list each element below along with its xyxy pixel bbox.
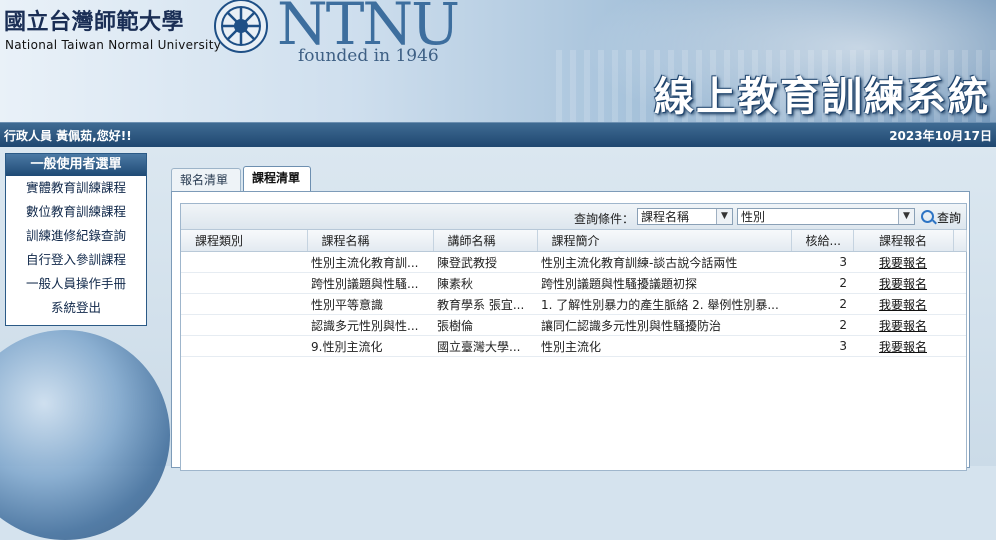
column-header-register[interactable]: 課程報名	[853, 230, 954, 252]
cell-register: 我要報名	[853, 335, 953, 357]
cell-register: 我要報名	[853, 272, 953, 294]
cell-hours: 2	[791, 272, 853, 294]
search-toolbar: 查詢條件： 課程名稱 ▼ 性別 ▼ 查詢	[181, 204, 966, 230]
cell-hours: 3	[791, 335, 853, 357]
cell-lecturer: 張樹倫	[433, 314, 537, 336]
cell-intro: 性別主流化	[537, 335, 791, 357]
register-link[interactable]: 我要報名	[879, 277, 927, 291]
cell-lecturer: 教育學系 張宜...	[433, 293, 537, 315]
search-condition-label: 查詢條件：	[574, 212, 635, 226]
search-value-text: 性別	[741, 210, 766, 224]
main-panel: 查詢條件： 課程名稱 ▼ 性別 ▼ 查詢 課程類別 課程名稱 講師名稱 課程簡介…	[171, 191, 970, 471]
cell-course-name: 性別主流化教育訓...	[307, 251, 433, 273]
top-status-bar: 行政人員 黃佩茹,您好!! 2023年10月17日	[0, 122, 996, 147]
table-row[interactable]: 9.性別主流化 國立臺灣大學... 性別主流化 3 我要報名	[181, 335, 966, 357]
cell-hours: 3	[791, 251, 853, 273]
search-icon	[921, 210, 934, 223]
cell-spacer	[953, 251, 966, 273]
column-header-course-name[interactable]: 課程名稱	[307, 230, 434, 252]
chevron-down-icon: ▼	[898, 209, 914, 224]
chevron-down-icon: ▼	[716, 209, 732, 224]
system-title: 線上教育訓練系統	[654, 74, 990, 120]
cell-register: 我要報名	[853, 293, 953, 315]
column-header-spacer	[953, 230, 967, 252]
cell-lecturer: 國立臺灣大學...	[433, 335, 537, 357]
cell-intro: 讓同仁認識多元性別與性騷擾防治	[537, 314, 791, 336]
table-row[interactable]: 跨性別議題與性騷... 陳素秋 跨性別議題與性騷擾議題初探 2 我要報名	[181, 272, 966, 294]
table-row[interactable]: 性別平等意識 教育學系 張宜... 1. 了解性別暴力的產生脈絡 2. 舉例性別…	[181, 293, 966, 315]
column-header-intro[interactable]: 課程簡介	[537, 230, 792, 252]
cell-spacer	[953, 293, 966, 315]
column-header-lecturer[interactable]: 講師名稱	[433, 230, 538, 252]
cell-spacer	[953, 335, 966, 357]
founded-text: founded in 1946	[298, 46, 439, 66]
sidebar-item-logout[interactable]: 系統登出	[6, 296, 146, 320]
site-header: 國立台灣師範大學 National Taiwan Normal Universi…	[0, 0, 996, 122]
register-link[interactable]: 我要報名	[879, 319, 927, 333]
sidebar-menu: 一般使用者選單 實體教育訓練課程 數位教育訓練課程 訓練進修紀錄查詢 自行登入參…	[5, 153, 147, 326]
sidebar-item-physical-courses[interactable]: 實體教育訓練課程	[6, 176, 146, 200]
cell-hours: 2	[791, 293, 853, 315]
school-name-en: National Taiwan Normal University	[5, 38, 222, 52]
school-seal-icon	[214, 0, 268, 53]
cell-spacer	[953, 314, 966, 336]
cell-category	[181, 293, 307, 315]
column-header-category[interactable]: 課程類別	[181, 230, 308, 252]
cell-category	[181, 251, 307, 273]
cell-course-name: 性別平等意識	[307, 293, 433, 315]
cell-lecturer: 陳登武教授	[433, 251, 537, 273]
cell-spacer	[953, 272, 966, 294]
cell-register: 我要報名	[853, 314, 953, 336]
cell-course-name: 跨性別議題與性騷...	[307, 272, 433, 294]
tab-registration-list[interactable]: 報名清單	[171, 168, 241, 191]
table-row[interactable]: 認識多元性別與性... 張樹倫 讓同仁認識多元性別與性騷擾防治 2 我要報名	[181, 314, 966, 336]
column-header-hours[interactable]: 核給...	[791, 230, 854, 252]
cell-intro: 性別主流化教育訓練-談古說今話兩性	[537, 251, 791, 273]
cell-intro: 跨性別議題與性騷擾議題初探	[537, 272, 791, 294]
sidebar-title: 一般使用者選單	[6, 154, 146, 176]
search-field-value: 課程名稱	[641, 210, 690, 224]
table-row[interactable]: 性別主流化教育訓... 陳登武教授 性別主流化教育訓練-談古說今話兩性 3 我要…	[181, 251, 966, 273]
register-link[interactable]: 我要報名	[879, 256, 927, 270]
cell-register: 我要報名	[853, 251, 953, 273]
sidebar-item-digital-courses[interactable]: 數位教育訓練課程	[6, 200, 146, 224]
table-header-row: 課程類別 課程名稱 講師名稱 課程簡介 核給... 課程報名	[181, 230, 967, 252]
cell-category	[181, 335, 307, 357]
sidebar-item-self-login-courses[interactable]: 自行登入參訓課程	[6, 248, 146, 272]
cell-course-name: 認識多元性別與性...	[307, 314, 433, 336]
cell-category	[181, 314, 307, 336]
cell-lecturer: 陳素秋	[433, 272, 537, 294]
user-greeting: 行政人員 黃佩茹,您好!!	[4, 129, 132, 143]
search-field-select[interactable]: 課程名稱 ▼	[637, 208, 733, 225]
school-name-zh: 國立台灣師範大學	[4, 9, 185, 35]
course-grid-container: 查詢條件： 課程名稱 ▼ 性別 ▼ 查詢 課程類別 課程名稱 講師名稱 課程簡介…	[180, 203, 967, 471]
sidebar-item-training-records[interactable]: 訓練進修紀錄查詢	[6, 224, 146, 248]
search-button[interactable]: 查詢	[921, 209, 961, 226]
register-link[interactable]: 我要報名	[879, 340, 927, 354]
cell-intro: 1. 了解性別暴力的產生脈絡 2. 舉例性別暴...	[537, 293, 791, 315]
course-table: 課程類別 課程名稱 講師名稱 課程簡介 核給... 課程報名 性別主流化教育訓.…	[181, 230, 967, 357]
sidebar-item-user-manual[interactable]: 一般人員操作手冊	[6, 272, 146, 296]
cell-hours: 2	[791, 314, 853, 336]
search-value-select[interactable]: 性別 ▼	[737, 208, 915, 225]
register-link[interactable]: 我要報名	[879, 298, 927, 312]
search-button-label: 查詢	[937, 211, 962, 225]
cell-category	[181, 272, 307, 294]
cell-course-name: 9.性別主流化	[307, 335, 433, 357]
current-date: 2023年10月17日	[889, 129, 992, 143]
tab-course-list[interactable]: 課程清單	[243, 166, 311, 193]
